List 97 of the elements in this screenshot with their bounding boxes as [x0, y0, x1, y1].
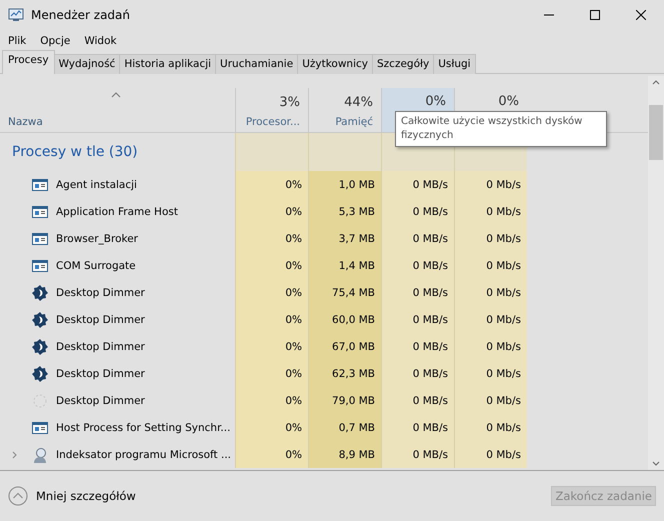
close-icon[interactable] — [636, 10, 646, 20]
tab[interactable]: Historia aplikacji — [119, 54, 216, 74]
table-cell: 0 Mb/s — [454, 279, 527, 306]
table-cell: 0 MB/s — [381, 279, 454, 306]
table-cell: 0 Mb/s — [454, 360, 527, 387]
window-title: Menedżer zadań — [31, 8, 130, 22]
table-cell: 0% — [235, 387, 308, 414]
gear-icon — [32, 338, 48, 354]
table-cell: 0% — [235, 252, 308, 279]
process-name: Desktop Dimmer — [56, 286, 145, 298]
table-cell: 79,0 MB — [308, 387, 381, 414]
table-cell: 0% — [235, 225, 308, 252]
window-icon — [32, 422, 48, 434]
tab[interactable]: Użytkownicy — [297, 54, 373, 74]
tab[interactable]: Uruchamianie — [215, 54, 298, 74]
process-name: Agent instalacji — [56, 178, 137, 190]
window-icon — [32, 232, 48, 244]
column-header-cell[interactable]: Nazwa — [0, 88, 235, 132]
window-icon — [32, 178, 48, 190]
table-cell: 75,4 MB — [308, 279, 381, 306]
table-cell: 3,7 MB — [308, 225, 381, 252]
table-cell: 0% — [235, 441, 308, 468]
menu-item[interactable]: Widok — [84, 35, 117, 47]
gear-icon — [32, 312, 48, 328]
scroll-down-icon[interactable] — [652, 461, 660, 466]
menu-item[interactable]: Plik — [8, 35, 26, 47]
table-cell: 0% — [235, 306, 308, 333]
table-cell: 0 Mb/s — [454, 198, 527, 225]
table-cell: 62,3 MB — [308, 360, 381, 387]
table-cell: 0% — [235, 360, 308, 387]
tab[interactable]: Wydajność — [54, 54, 120, 74]
table-cell: 60,0 MB — [308, 306, 381, 333]
column-header-cell[interactable]: 3% Procesor... — [235, 88, 308, 132]
scrollbar[interactable] — [648, 76, 664, 470]
process-name: Host Process for Setting Synchr... — [56, 422, 230, 434]
scroll-up-icon[interactable] — [652, 80, 660, 85]
table-cell: 0 MB/s — [381, 198, 454, 225]
table-cell: 0 MB/s — [381, 441, 454, 468]
table-cell: 0 MB/s — [381, 252, 454, 279]
process-name: Desktop Dimmer — [56, 340, 145, 352]
process-name: Desktop Dimmer — [56, 394, 145, 406]
column-percent: 0% — [498, 94, 519, 109]
column-label: Pamięć — [335, 116, 373, 128]
monitor-icon — [8, 7, 24, 23]
table-cell: 0% — [235, 414, 308, 441]
process-name: Desktop Dimmer — [56, 368, 145, 380]
table-cell: 1,4 MB — [308, 252, 381, 279]
process-name: Browser_Broker — [56, 232, 138, 244]
table-cell: 0 MB/s — [381, 225, 454, 252]
table-cell: 0 Mb/s — [454, 333, 527, 360]
process-name: Desktop Dimmer — [56, 314, 145, 326]
scroll-thumb[interactable] — [649, 105, 663, 160]
table-cell: 1,0 MB — [308, 171, 381, 198]
table-cell: 0 MB/s — [381, 333, 454, 360]
tab[interactable]: Szczegóły — [372, 54, 434, 74]
table-cell: 0% — [235, 279, 308, 306]
process-name: COM Surrogate — [56, 260, 136, 272]
table-cell: 0 Mb/s — [454, 441, 527, 468]
column-percent: 0% — [425, 94, 446, 109]
column-label: Nazwa — [8, 116, 44, 128]
gear-icon — [32, 284, 48, 300]
table-cell: 0 MB/s — [381, 360, 454, 387]
table-cell: 0 Mb/s — [454, 306, 527, 333]
table-cell: 5,3 MB — [308, 198, 381, 225]
table-cell: 0 Mb/s — [454, 225, 527, 252]
table-cell: 67,0 MB — [308, 333, 381, 360]
expand-chevron-icon[interactable] — [12, 450, 16, 458]
table-cell: 0 MB/s — [381, 306, 454, 333]
table-cell: 0% — [235, 198, 308, 225]
table-cell: 8,9 MB — [308, 441, 381, 468]
table-cell: 0 MB/s — [381, 414, 454, 441]
table-cell: 0 Mb/s — [454, 414, 527, 441]
window-icon — [32, 206, 48, 218]
column-percent: 44% — [344, 95, 373, 110]
process-name: Indeksator programu Microsoft ... — [56, 448, 232, 460]
table-cell: 0% — [235, 171, 308, 198]
tab[interactable]: Usługi — [433, 54, 476, 74]
table-cell: 0 MB/s — [381, 171, 454, 198]
table-cell: 0 Mb/s — [454, 252, 527, 279]
table-cell: 0 Mb/s — [454, 171, 527, 198]
menu-item[interactable]: Opcje — [40, 35, 70, 47]
column-label: Procesor... — [246, 116, 300, 128]
sort-caret-icon — [111, 92, 121, 98]
gear-icon — [32, 366, 48, 382]
column-percent: 3% — [279, 95, 300, 110]
tooltip: Całkowite użycie wszystkich dysków fizycznych — [395, 111, 607, 147]
table-cell: 0 MB/s — [381, 387, 454, 414]
process-name: Application Frame Host — [56, 206, 178, 218]
table-cell: 0% — [235, 333, 308, 360]
collapse-circle-icon[interactable] — [8, 486, 28, 506]
less-details-link[interactable]: Mniej szczegółów — [36, 489, 136, 503]
table-cell: 0,7 MB — [308, 414, 381, 441]
tab[interactable]: Procesy — [2, 50, 55, 74]
group-heading: Procesy w tle (30) — [12, 144, 138, 160]
maximize-icon[interactable] — [590, 10, 600, 20]
table-cell: 0 Mb/s — [454, 387, 527, 414]
window-icon — [32, 260, 48, 272]
